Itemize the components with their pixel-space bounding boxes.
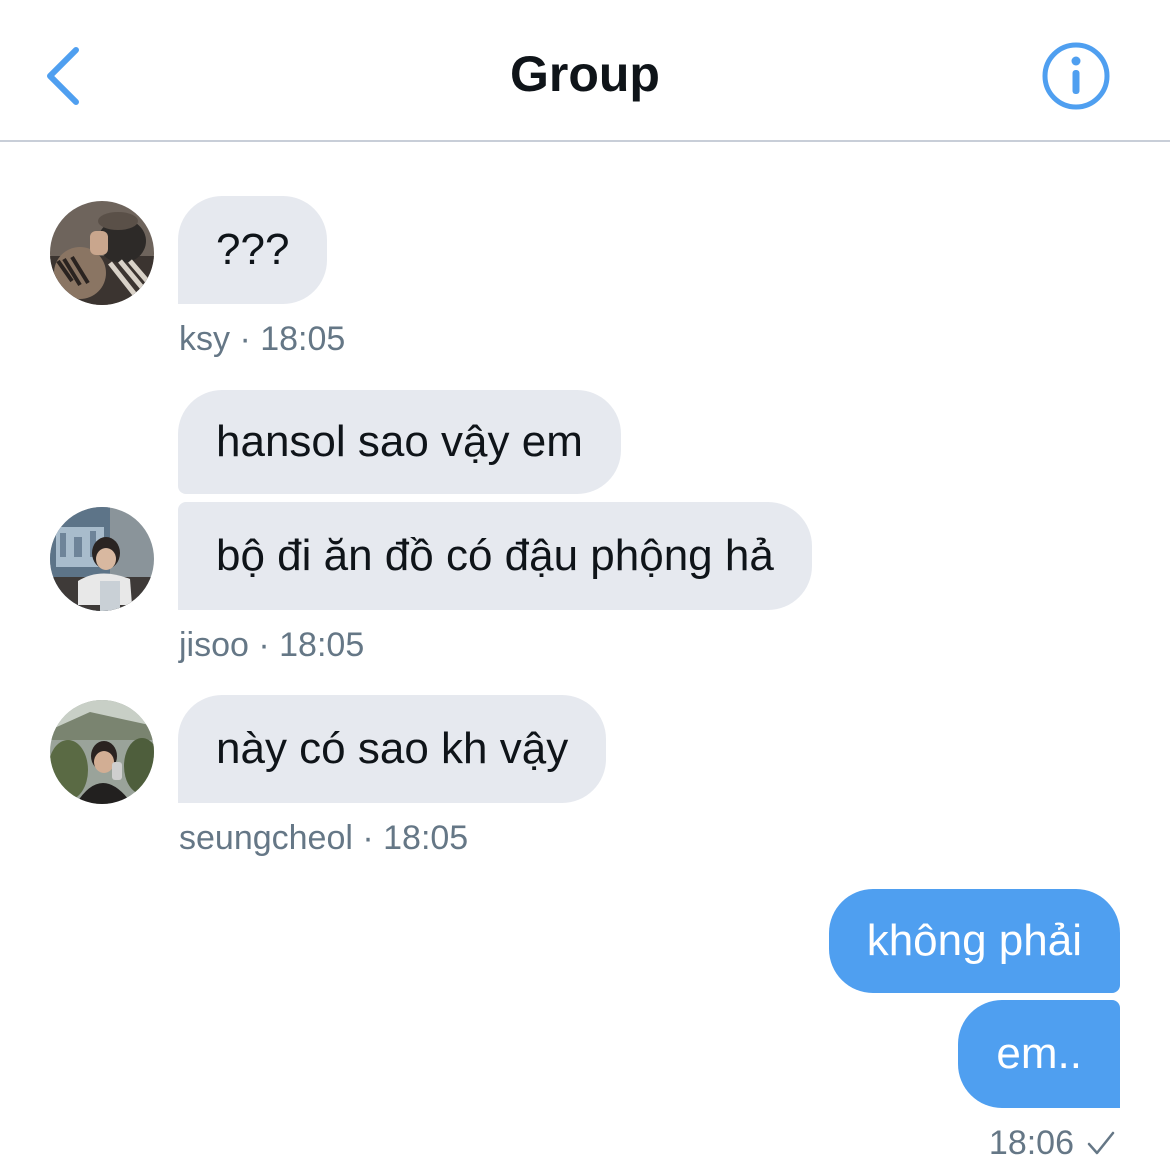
message-bubble[interactable]: hansol sao vậy em — [178, 390, 621, 494]
message-text: không phải — [866, 916, 1082, 965]
info-circle-icon — [1042, 42, 1110, 110]
message-bubble[interactable]: này có sao kh vậy — [178, 695, 607, 803]
message-text: này có sao kh vậy — [216, 724, 569, 773]
checkmark-icon — [1087, 1131, 1115, 1155]
avatar-jisoo[interactable] — [50, 507, 154, 611]
message-text: hansol sao vậy em — [216, 417, 583, 466]
message-bubble[interactable]: ??? — [178, 196, 328, 304]
message-bubble-outgoing[interactable]: em.. — [958, 1000, 1120, 1108]
message-meta: 18:06 — [988, 1124, 1074, 1162]
avatar-ksy[interactable] — [50, 201, 154, 305]
avatar-seungcheol[interactable] — [50, 700, 154, 804]
page-title: Group — [510, 46, 660, 102]
message-bubble-outgoing[interactable]: không phải — [828, 889, 1120, 993]
message-text: ??? — [216, 225, 290, 274]
message-text: bộ đi ăn đồ có đậu phộng hả — [216, 531, 774, 580]
message-bubble[interactable]: bộ đi ăn đồ có đậu phộng hả — [178, 502, 812, 610]
message-meta: ksy · 18:05 — [179, 320, 346, 358]
message-meta: jisoo · 18:05 — [179, 626, 365, 664]
info-button[interactable] — [1040, 40, 1112, 112]
message-meta: seungcheol · 18:05 — [179, 819, 469, 857]
message-text: em.. — [996, 1029, 1082, 1078]
chat-header: Group — [0, 0, 1170, 142]
chat-screen: Group ??? ksy · 18:05 hansol sao vậy em — [0, 0, 1170, 1174]
